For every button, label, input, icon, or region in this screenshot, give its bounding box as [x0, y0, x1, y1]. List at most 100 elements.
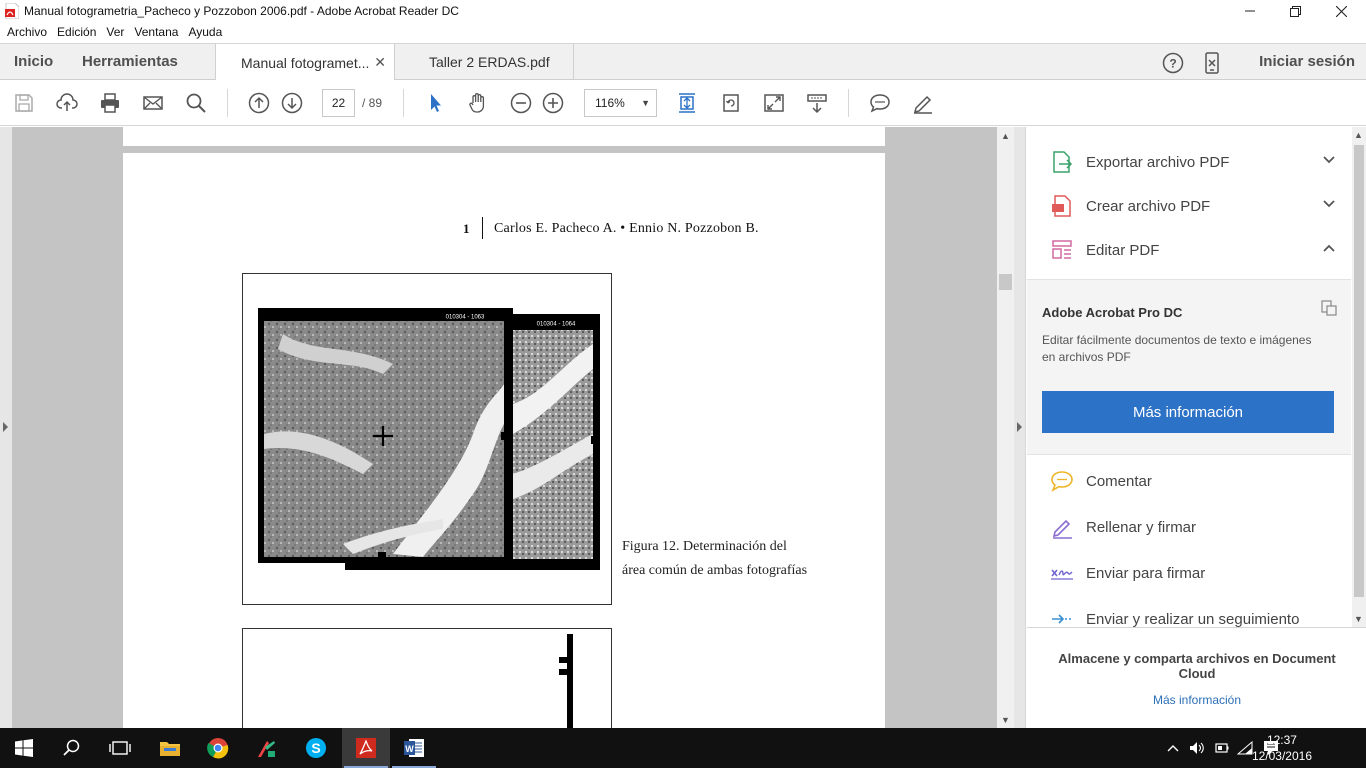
expand-left-icon: [3, 422, 8, 432]
page-number-input[interactable]: 22: [322, 89, 355, 117]
print-button[interactable]: [98, 91, 122, 115]
tab-document-label: Taller 2 ERDAS.pdf: [429, 54, 550, 70]
create-pdf-icon: [1050, 194, 1074, 218]
menu-edicion[interactable]: Edición: [52, 25, 101, 39]
tool-label: Exportar archivo PDF: [1086, 153, 1230, 171]
figure-13-image: [559, 634, 573, 728]
chevron-up-icon[interactable]: [1167, 744, 1179, 752]
signin-button[interactable]: Iniciar sesión: [1259, 53, 1355, 70]
zoom-select[interactable]: 116% ▼: [584, 89, 657, 117]
close-window-button[interactable]: [1318, 0, 1364, 22]
tool-send-sign[interactable]: Enviar para firmar: [1050, 558, 1340, 588]
task-view-button[interactable]: [96, 728, 144, 768]
fit-page-button[interactable]: [675, 91, 699, 115]
mobile-link-icon[interactable]: [1201, 52, 1223, 74]
document-scrollbar[interactable]: ▲ ▼: [997, 127, 1014, 728]
page-header-authors: Carlos E. Pacheco A. • Ennio N. Pozzobon…: [494, 221, 759, 236]
tab-document-manual[interactable]: Manual fotogramet... ✕: [215, 44, 395, 81]
scroll-up-icon[interactable]: ▲: [1001, 131, 1010, 141]
promo-title: Adobe Acrobat Pro DC: [1042, 305, 1183, 320]
tool-export-pdf[interactable]: Exportar archivo PDF: [1050, 147, 1340, 177]
tool-edit-pdf[interactable]: Editar PDF: [1050, 235, 1340, 265]
fullscreen-button[interactable]: [762, 91, 786, 115]
zoom-in-button[interactable]: [541, 91, 565, 115]
cloud-promo-title: Almacene y comparta archivos en Document…: [1058, 651, 1336, 681]
menu-ver[interactable]: Ver: [101, 25, 129, 39]
right-pane-toggle[interactable]: [1014, 127, 1026, 728]
scrollbar-thumb[interactable]: [1354, 145, 1364, 597]
help-icon[interactable]: ?: [1162, 52, 1184, 74]
rotate-button[interactable]: [719, 91, 743, 115]
file-explorer-button[interactable]: [146, 728, 194, 768]
word-icon: W: [404, 739, 424, 757]
document-cloud-footer: Almacene y comparta archivos en Document…: [1027, 627, 1366, 728]
save-icon: [15, 94, 33, 112]
tool-create-pdf[interactable]: Crear archivo PDF: [1050, 191, 1340, 221]
sign-button[interactable]: [911, 91, 935, 115]
toolbar: [0, 80, 1366, 126]
word-button[interactable]: W: [390, 728, 438, 768]
upload-button[interactable]: [55, 91, 79, 115]
aerial-photos-image: 010304 - 1064 010304 - 1063: [258, 308, 600, 570]
chevron-down-icon: [1323, 200, 1335, 208]
comment-icon: [870, 94, 890, 113]
zoom-out-button[interactable]: [509, 91, 533, 115]
acrobat-reader-button[interactable]: [342, 728, 390, 768]
menu-archivo[interactable]: Archivo: [2, 25, 52, 39]
tool-comment[interactable]: Comentar: [1050, 466, 1340, 496]
cloud-more-info-link[interactable]: Más información: [1047, 693, 1347, 707]
comment-button[interactable]: [868, 91, 892, 115]
save-button[interactable]: [12, 91, 36, 115]
scroll-down-icon[interactable]: ▼: [1354, 614, 1363, 624]
task-view-icon: [109, 741, 131, 755]
next-page-button[interactable]: [280, 91, 304, 115]
page-header-number: 1: [463, 221, 470, 236]
tools-pane-scrollbar[interactable]: ▲ ▼: [1352, 127, 1366, 627]
minimize-button[interactable]: [1227, 0, 1273, 22]
menu-bar: Archivo Edición Ver Ventana Ayuda: [0, 22, 1366, 42]
tab-herramientas[interactable]: Herramientas: [82, 53, 178, 70]
previous-page-button[interactable]: [247, 91, 271, 115]
maximize-button[interactable]: [1272, 0, 1318, 22]
clock-time: 12:37: [1266, 733, 1297, 747]
minimize-icon: [1245, 10, 1255, 12]
scrollbar-thumb[interactable]: [999, 274, 1012, 290]
send-sign-icon: [1050, 561, 1074, 585]
page-total: / 89: [362, 96, 383, 110]
print-icon: [101, 93, 119, 113]
svg-text:W: W: [405, 744, 414, 754]
search-button[interactable]: [184, 91, 208, 115]
menu-ayuda[interactable]: Ayuda: [183, 25, 227, 39]
tab-close-icon[interactable]: ✕: [374, 54, 386, 71]
select-cursor-icon: [431, 94, 441, 112]
tool-label: Rellenar y firmar: [1086, 518, 1197, 536]
scroll-mode-button[interactable]: [805, 91, 829, 115]
document-view[interactable]: 1 Carlos E. Pacheco A. • Ennio N. Pozzob…: [0, 127, 1014, 728]
skype-button[interactable]: S: [292, 728, 340, 768]
arcgis-button[interactable]: [242, 728, 290, 768]
clock[interactable]: 12:37 12/03/2016: [1252, 732, 1312, 764]
menu-ventana[interactable]: Ventana: [129, 25, 183, 39]
search-icon: [186, 93, 206, 113]
acrobat-app-icon: [5, 3, 19, 19]
previous-page: [123, 127, 885, 146]
email-button[interactable]: [141, 91, 165, 115]
tab-inicio[interactable]: Inicio: [14, 53, 53, 70]
more-info-button[interactable]: Más información: [1042, 391, 1334, 433]
scroll-down-icon[interactable]: ▼: [1001, 715, 1010, 725]
tab-document-taller[interactable]: Taller 2 ERDAS.pdf: [404, 44, 574, 80]
hand-tool-button[interactable]: [466, 91, 490, 115]
search-button[interactable]: [48, 728, 96, 768]
chrome-button[interactable]: [194, 728, 242, 768]
start-button[interactable]: [0, 728, 48, 768]
left-pane-toggle[interactable]: [0, 127, 12, 728]
chevron-down-icon: ▼: [641, 98, 650, 108]
select-tool-button[interactable]: [423, 91, 447, 115]
volume-icon[interactable]: [1189, 741, 1205, 755]
battery-icon[interactable]: [1213, 741, 1229, 755]
edit-pdf-icon: [1050, 238, 1074, 262]
scroll-up-icon[interactable]: ▲: [1354, 130, 1363, 140]
fill-sign-icon: [1050, 515, 1074, 539]
wifi-icon[interactable]: [1237, 741, 1253, 755]
tool-fill-sign[interactable]: Rellenar y firmar: [1050, 512, 1340, 542]
